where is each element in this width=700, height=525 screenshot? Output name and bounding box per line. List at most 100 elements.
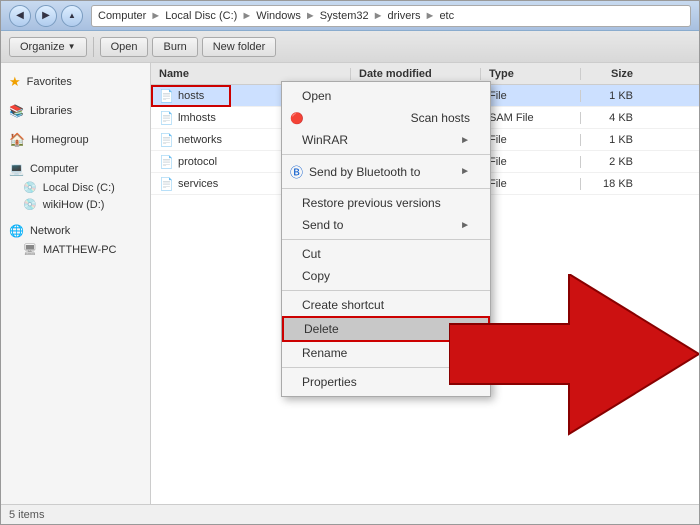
homegroup-label: Homegroup xyxy=(31,134,88,146)
ctx-delete[interactable]: Delete xyxy=(282,316,490,342)
sidebar-item-homegroup[interactable]: 🏠 Homegroup xyxy=(1,129,150,151)
favorites-label: Favorites xyxy=(27,76,72,88)
ctx-send-to[interactable]: Send to ► xyxy=(282,214,490,236)
up-button[interactable]: ▲ xyxy=(61,5,83,27)
pc-icon: 🖥 xyxy=(23,243,37,256)
burn-button[interactable]: Burn xyxy=(152,37,197,57)
sep5: ► xyxy=(425,10,436,22)
ctx-winrar-label: WinRAR xyxy=(302,133,348,147)
divider1 xyxy=(93,37,94,57)
sidebar-item-libraries[interactable]: 📚 Libraries xyxy=(1,101,150,121)
file-name-text: services xyxy=(178,178,218,190)
file-list-area: Name Date modified Type Size 📄 hosts 200… xyxy=(151,63,699,504)
main-content: ★ Favorites 📚 Libraries 🏠 Homegroup 💻 xyxy=(1,63,699,504)
network-label: Network xyxy=(30,225,70,237)
file-name-text: lmhosts xyxy=(178,112,216,124)
file-type-networks: File xyxy=(481,134,581,146)
file-type-lmhosts: SAM File xyxy=(481,112,581,124)
ctx-restore[interactable]: Restore previous versions xyxy=(282,192,490,214)
ctx-properties-label: Properties xyxy=(302,375,357,389)
drive-c-icon: 💿 xyxy=(23,181,37,194)
open-label: Open xyxy=(111,41,138,53)
sidebar-item-local-disc-c[interactable]: 💿 Local Disc (C:) xyxy=(1,179,150,196)
file-size-networks: 1 KB xyxy=(581,134,641,146)
new-folder-button[interactable]: New folder xyxy=(202,37,277,57)
status-text: 5 items xyxy=(9,509,44,521)
ctx-open[interactable]: Open xyxy=(282,85,490,107)
file-name-text: protocol xyxy=(178,156,217,168)
computer-icon: 💻 xyxy=(9,162,24,176)
ctx-cut[interactable]: Cut xyxy=(282,243,490,265)
sidebar-item-favorites[interactable]: ★ Favorites xyxy=(1,71,150,93)
network-icon: 🌐 xyxy=(9,224,24,238)
col-header-type[interactable]: Type xyxy=(481,68,581,80)
drive-d-icon: 💿 xyxy=(23,198,37,211)
forward-button[interactable]: ▶ xyxy=(35,5,57,27)
local-disc-c-label: Local Disc (C:) xyxy=(43,182,115,194)
ctx-sendto-label: Send to xyxy=(302,218,343,232)
ctx-copy[interactable]: Copy xyxy=(282,265,490,287)
ctx-cut-label: Cut xyxy=(302,247,321,261)
sep3: ► xyxy=(305,10,316,22)
breadcrumb-drivers: drivers xyxy=(388,10,421,22)
breadcrumb-etc: etc xyxy=(439,10,454,22)
libraries-section: 📚 Libraries xyxy=(1,101,150,121)
file-icon: 📄 xyxy=(159,89,174,103)
file-icon: 📄 xyxy=(159,177,174,191)
status-bar: 5 items xyxy=(1,504,699,524)
file-name-text: networks xyxy=(178,134,222,146)
ctx-create-shortcut[interactable]: Create shortcut xyxy=(282,294,490,316)
ctx-sep2 xyxy=(282,188,490,189)
ctx-scan-label: Scan hosts xyxy=(411,111,470,125)
matthew-pc-label: MATTHEW-PC xyxy=(43,244,117,256)
ctx-delete-label: Delete xyxy=(304,322,339,336)
ctx-send-bluetooth[interactable]: Ⓑ Send by Bluetooth to ► xyxy=(282,158,490,185)
toolbar: Organize ▼ Open Burn New folder xyxy=(1,31,699,63)
ctx-properties[interactable]: Properties xyxy=(282,371,490,393)
file-name-text: hosts xyxy=(178,90,204,102)
breadcrumb-windows: Windows xyxy=(256,10,301,22)
sidebar-item-wikihow-d[interactable]: 💿 wikiHow (D:) xyxy=(1,196,150,213)
breadcrumb-system32: System32 xyxy=(320,10,369,22)
col-header-size[interactable]: Size xyxy=(581,68,641,80)
window: ◀ ▶ ▲ Computer ► Local Disc (C:) ► Windo… xyxy=(0,0,700,525)
col-header-name[interactable]: Name xyxy=(151,68,351,80)
organize-arrow: ▼ xyxy=(68,42,76,51)
file-size-hosts: 1 KB xyxy=(581,90,641,102)
network-section: 🌐 Network 🖥 MATTHEW-PC xyxy=(1,221,150,258)
ctx-winrar[interactable]: WinRAR ► xyxy=(282,129,490,151)
winrar-submenu-arrow: ► xyxy=(460,135,470,146)
ctx-restore-label: Restore previous versions xyxy=(302,196,441,210)
col-header-date[interactable]: Date modified xyxy=(351,68,481,80)
computer-label: Computer xyxy=(30,163,78,175)
sidebar-item-matthew-pc[interactable]: 🖥 MATTHEW-PC xyxy=(1,241,150,258)
wikihow-label: wikiHow (D:) xyxy=(43,199,105,211)
bluetooth-submenu-arrow: ► xyxy=(460,166,470,177)
organize-label: Organize xyxy=(20,41,65,53)
ctx-sep1 xyxy=(282,154,490,155)
ctx-copy-label: Copy xyxy=(302,269,330,283)
sidebar-item-computer[interactable]: 💻 Computer xyxy=(1,159,150,179)
file-type-hosts: File xyxy=(481,90,581,102)
back-button[interactable]: ◀ xyxy=(9,5,31,27)
file-size-services: 18 KB xyxy=(581,178,641,190)
file-type-services: File xyxy=(481,178,581,190)
context-menu: Open 🔴 Scan hosts WinRAR ► Ⓑ Send by Blu… xyxy=(281,81,491,397)
burn-label: Burn xyxy=(163,41,186,53)
organize-button[interactable]: Organize ▼ xyxy=(9,37,87,57)
ctx-sep4 xyxy=(282,290,490,291)
sep4: ► xyxy=(373,10,384,22)
sidebar-item-network[interactable]: 🌐 Network xyxy=(1,221,150,241)
ctx-scan-hosts[interactable]: 🔴 Scan hosts xyxy=(282,107,490,129)
ctx-bluetooth-label: Send by Bluetooth to xyxy=(309,165,420,179)
file-icon: 📄 xyxy=(159,111,174,125)
file-icon: 📄 xyxy=(159,133,174,147)
open-button[interactable]: Open xyxy=(100,37,149,57)
ctx-rename[interactable]: Rename xyxy=(282,342,490,364)
ctx-open-label: Open xyxy=(302,89,331,103)
nav-buttons: ◀ ▶ ▲ xyxy=(9,5,83,27)
file-type-protocol: File xyxy=(481,156,581,168)
file-icon: 📄 xyxy=(159,155,174,169)
breadcrumb[interactable]: Computer ► Local Disc (C:) ► Windows ► S… xyxy=(91,5,691,27)
computer-section: 💻 Computer 💿 Local Disc (C:) 💿 wikiHow (… xyxy=(1,159,150,213)
